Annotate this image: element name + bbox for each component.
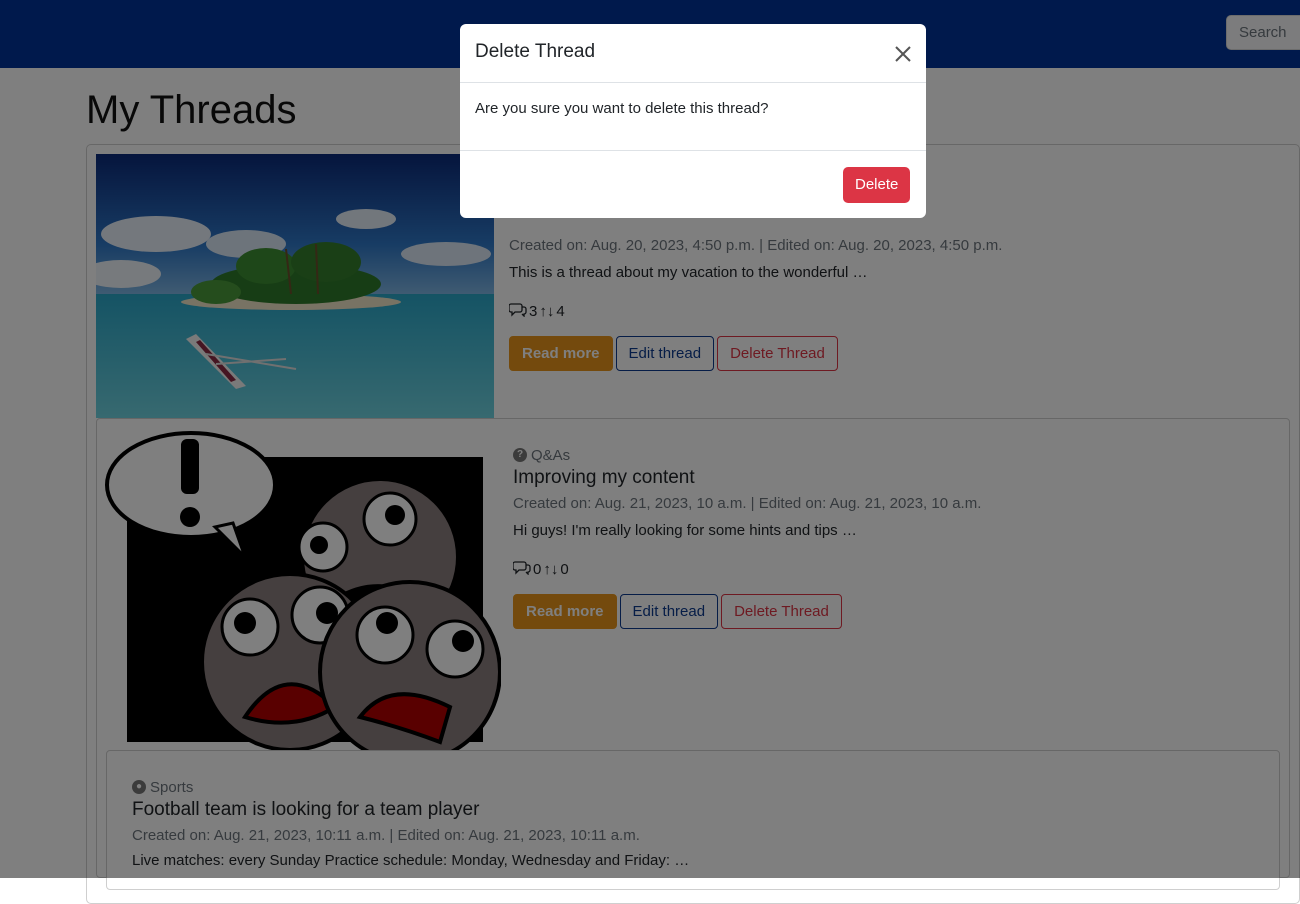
close-icon[interactable] bbox=[892, 43, 914, 65]
delete-thread-modal: Delete Thread Are you sure you want to d… bbox=[460, 24, 926, 218]
modal-body: Are you sure you want to delete this thr… bbox=[460, 83, 926, 151]
modal-header: Delete Thread bbox=[460, 24, 926, 83]
modal-message: Are you sure you want to delete this thr… bbox=[475, 100, 769, 117]
modal-title: Delete Thread bbox=[475, 41, 596, 62]
modal-footer: Delete bbox=[460, 151, 926, 217]
confirm-delete-button[interactable]: Delete bbox=[843, 167, 911, 203]
